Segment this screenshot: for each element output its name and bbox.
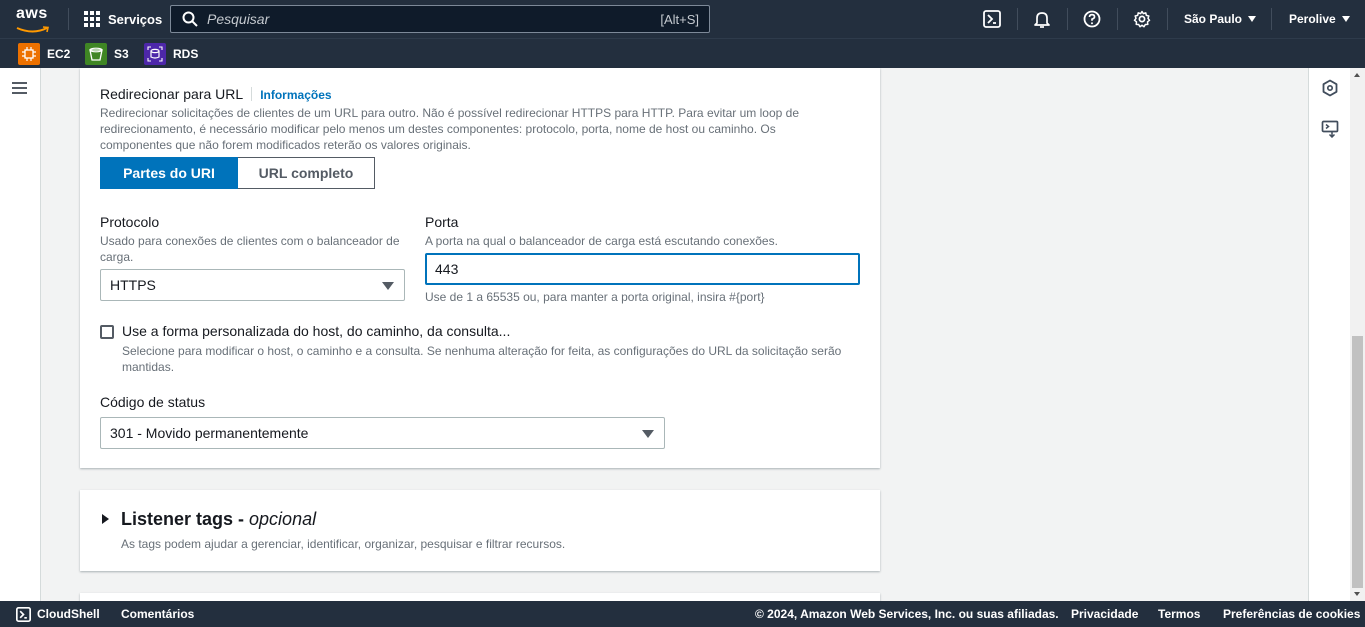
services-menu-button[interactable]: Serviços xyxy=(84,0,162,38)
dropdown-caret-icon xyxy=(382,282,394,290)
feedback-link[interactable]: Comentários xyxy=(121,601,194,627)
settings-gear-icon[interactable] xyxy=(1132,9,1152,29)
right-rail xyxy=(1308,68,1350,601)
info-link[interactable]: Informações xyxy=(260,88,331,102)
account-menu[interactable]: Perolive xyxy=(1289,0,1350,38)
scroll-down-arrow-icon[interactable] xyxy=(1354,592,1360,596)
left-rail xyxy=(0,68,41,601)
custom-host-path-description: Selecione para modificar o host, o camin… xyxy=(122,344,842,374)
search-icon xyxy=(182,11,198,27)
terms-link[interactable]: Termos xyxy=(1158,601,1200,627)
redirect-title: Redirecionar para URL xyxy=(100,86,244,102)
region-selector[interactable]: São Paulo xyxy=(1184,0,1257,38)
services-label: Serviços xyxy=(108,11,163,27)
redirect-mode-segmented-control: Partes do URI URL completo xyxy=(100,157,375,189)
nav-separator xyxy=(1017,8,1018,30)
hexagon-info-icon[interactable] xyxy=(1321,79,1339,97)
redirect-settings-panel: Redirecionar para URL Informações Redirec… xyxy=(80,68,880,468)
redirect-heading: Redirecionar para URL Informações xyxy=(100,86,332,102)
status-code-select[interactable]: 301 - Movido permanentemente xyxy=(100,417,665,449)
cookie-preferences-link[interactable]: Preferências de cookies xyxy=(1223,601,1360,627)
nav-separator xyxy=(68,8,69,30)
custom-host-path-label: Use a forma personalizada do host, do ca… xyxy=(122,323,511,339)
listener-tags-panel: Listener tags - opcional As tags podem a… xyxy=(80,490,880,571)
scrollbar-thumb[interactable] xyxy=(1352,336,1363,588)
port-label: Porta xyxy=(425,214,459,230)
favorite-label: EC2 xyxy=(47,47,71,61)
redirect-description: Redirecionar solicitações de clientes de… xyxy=(100,106,799,152)
nav-separator xyxy=(1067,8,1068,30)
listener-tags-title: Listener tags - xyxy=(121,509,250,529)
port-hint: Use de 1 a 65535 ou, para manter a porta… xyxy=(425,290,765,304)
port-input[interactable] xyxy=(425,253,860,285)
listener-tags-optional: opcional xyxy=(249,509,317,529)
favorite-rds[interactable]: RDS xyxy=(144,42,198,66)
help-icon[interactable] xyxy=(1082,9,1102,29)
status-code-label: Código de status xyxy=(100,394,206,410)
port-description: A porta na qual o balanceador de carga e… xyxy=(425,234,778,248)
protocol-label: Protocolo xyxy=(100,214,160,230)
s3-service-icon xyxy=(85,43,107,65)
privacy-link[interactable]: Privacidade xyxy=(1071,601,1138,627)
aws-logo[interactable]: aws xyxy=(16,5,52,33)
caret-down-icon xyxy=(1341,16,1350,22)
notifications-bell-icon[interactable] xyxy=(1032,9,1052,29)
menu-hamburger-icon[interactable] xyxy=(12,82,27,94)
footer: CloudShell Comentários © 2024, Amazon We… xyxy=(0,601,1365,627)
cloudshell-icon xyxy=(16,606,31,622)
dropdown-caret-icon xyxy=(642,430,654,438)
cloudshell-label: CloudShell xyxy=(37,607,100,621)
nav-separator xyxy=(1117,8,1118,30)
search-shortcut-hint: [Alt+S] xyxy=(660,11,699,27)
caret-down-icon xyxy=(1248,16,1257,22)
ec2-service-icon xyxy=(18,43,40,65)
region-label: São Paulo xyxy=(1184,12,1243,26)
favorite-label: RDS xyxy=(173,47,199,61)
search-bar[interactable]: [Alt+S] xyxy=(170,5,710,33)
favorite-s3[interactable]: S3 xyxy=(85,42,129,66)
aws-logo-text: aws xyxy=(16,5,48,22)
copyright-text: © 2024, Amazon Web Services, Inc. ou sua… xyxy=(755,607,1059,621)
account-label: Perolive xyxy=(1289,12,1336,26)
nav-separator xyxy=(1271,8,1272,30)
search-input[interactable] xyxy=(207,7,661,31)
rds-service-icon xyxy=(144,43,166,65)
protocol-description: Usado para conexões de clientes com o ba… xyxy=(100,234,400,264)
listener-tags-heading[interactable]: Listener tags - opcional xyxy=(121,509,316,530)
favorite-ec2[interactable]: EC2 xyxy=(18,42,70,66)
full-url-button[interactable]: URL completo xyxy=(238,157,375,189)
cloudshell-footer-button[interactable]: CloudShell xyxy=(16,601,100,627)
top-navigation: aws Serviços [Alt+S] São Paulo xyxy=(0,0,1365,38)
expand-caret-icon[interactable] xyxy=(102,514,109,524)
scroll-up-arrow-icon[interactable] xyxy=(1354,73,1360,77)
nav-separator xyxy=(1167,8,1168,30)
uri-parts-button[interactable]: Partes do URI xyxy=(100,157,238,189)
page-scrollbar[interactable] xyxy=(1350,68,1365,601)
protocol-value: HTTPS xyxy=(110,277,156,293)
status-code-value: 301 - Movido permanentemente xyxy=(110,425,309,441)
aws-smile-icon xyxy=(16,26,49,33)
favorites-bar: EC2 S3 RDS xyxy=(0,38,1365,68)
custom-host-path-checkbox[interactable] xyxy=(100,325,114,339)
listener-tags-description: As tags podem ajudar a gerenciar, identi… xyxy=(121,537,566,551)
feedback-panel-icon[interactable] xyxy=(1321,120,1339,138)
favorite-label: S3 xyxy=(114,47,129,61)
cloudshell-icon[interactable] xyxy=(982,9,1002,29)
protocol-select[interactable]: HTTPS xyxy=(100,269,405,301)
grid-icon xyxy=(84,10,101,28)
